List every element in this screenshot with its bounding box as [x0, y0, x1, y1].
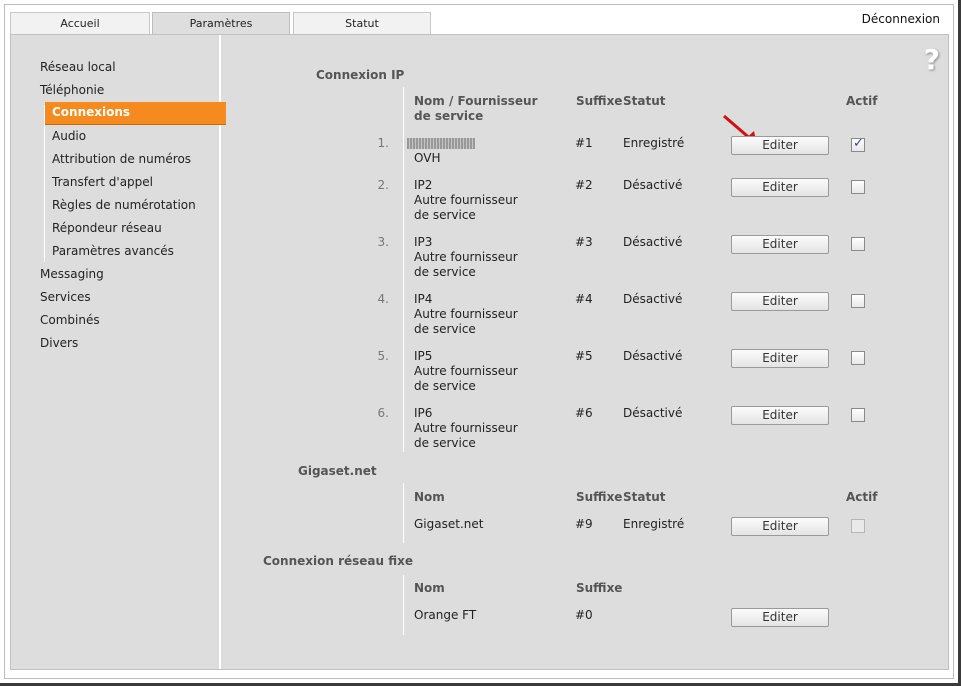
- connection-name: IP6: [414, 406, 433, 420]
- row-number: 2.: [377, 178, 389, 192]
- status-value: Désactivé: [623, 235, 683, 249]
- tab-accueil[interactable]: Accueil: [10, 12, 150, 34]
- connection-name: Gigaset.net: [414, 517, 484, 531]
- active-checkbox[interactable]: [851, 237, 865, 251]
- active-checkbox: [851, 519, 865, 533]
- sidebar-item-reseau-local[interactable]: Réseau local: [40, 60, 116, 74]
- active-checkbox[interactable]: [851, 408, 865, 422]
- connection-name: IP3: [414, 235, 433, 249]
- gigaset-divider: [403, 483, 404, 543]
- col-header-name: Nom / Fournisseur de service: [414, 94, 538, 123]
- col-header-status: Statut: [623, 490, 666, 504]
- sidebar-item-services[interactable]: Services: [40, 290, 91, 304]
- section-title-ip: Connexion IP: [316, 68, 405, 82]
- provider-name: Autre fournisseur de service: [414, 421, 518, 450]
- status-value: Désactivé: [623, 406, 683, 420]
- status-value: Enregistré: [623, 517, 685, 531]
- help-icon[interactable]: ?: [924, 43, 940, 76]
- active-checkbox[interactable]: [851, 351, 865, 365]
- sidebar-subitem-label: Connexions: [52, 105, 131, 119]
- section-title-fixed: Connexion réseau fixe: [263, 554, 414, 568]
- sidebar-item-messaging[interactable]: Messaging: [40, 267, 104, 281]
- suffix-value: #5: [575, 349, 593, 363]
- provider-name: Autre fournisseur de service: [414, 250, 518, 279]
- connection-name: IP4: [414, 292, 433, 306]
- suffix-value: #9: [575, 517, 593, 531]
- sidebar-subitem-avances[interactable]: Paramètres avancés: [52, 244, 174, 258]
- row-number: 1.: [377, 136, 389, 150]
- provider-name: Autre fournisseur de service: [414, 307, 518, 336]
- col-header-name: Nom: [414, 581, 445, 595]
- logout-link[interactable]: Déconnexion: [862, 12, 940, 26]
- status-value: Enregistré: [623, 136, 685, 150]
- edit-button[interactable]: Editer: [731, 292, 829, 311]
- window-frame: Accueil Paramètres Statut Déconnexion Ré…: [0, 0, 961, 686]
- sidebar-item-divers[interactable]: Divers: [40, 336, 78, 350]
- col-header-suffix: Suffixe: [576, 94, 623, 108]
- sidebar-subitem-attribution[interactable]: Attribution de numéros: [52, 152, 191, 166]
- edit-button[interactable]: Editer: [731, 178, 829, 197]
- status-value: Désactivé: [623, 349, 683, 363]
- edit-button[interactable]: Editer: [731, 136, 829, 155]
- edit-button[interactable]: Editer: [731, 608, 829, 627]
- suffix-value: #4: [575, 292, 593, 306]
- tab-parametres[interactable]: Paramètres: [152, 12, 290, 34]
- col-header-name: Nom: [414, 490, 445, 504]
- col-header-active: Actif: [846, 94, 878, 108]
- submenu-divider: [44, 105, 45, 262]
- suffix-value: #3: [575, 235, 593, 249]
- provider-name: Autre fournisseur de service: [414, 364, 518, 393]
- status-value: Désactivé: [623, 292, 683, 306]
- provider-name: Autre fournisseur de service: [414, 193, 518, 222]
- row-number: 6.: [377, 406, 389, 420]
- ip-divider: [403, 87, 404, 452]
- sidebar-subitem-audio[interactable]: Audio: [52, 129, 86, 143]
- connection-name: IP2: [414, 178, 433, 192]
- edit-button[interactable]: Editer: [731, 349, 829, 368]
- sidebar-subitem-connexions[interactable]: Connexions: [45, 102, 226, 124]
- status-value: Désactivé: [623, 178, 683, 192]
- suffix-value: #1: [575, 136, 593, 150]
- row-number: 5.: [377, 349, 389, 363]
- suffix-value: #0: [575, 608, 593, 622]
- sidebar-item-telephonie[interactable]: Téléphonie: [40, 83, 104, 97]
- active-checkbox[interactable]: [851, 294, 865, 308]
- tab-statut[interactable]: Statut: [293, 12, 431, 34]
- active-checkbox[interactable]: [851, 180, 865, 194]
- provider-name: OVH: [414, 151, 441, 165]
- suffix-value: #2: [575, 178, 593, 192]
- active-checkbox[interactable]: [851, 136, 865, 152]
- col-header-suffix: Suffixe: [576, 581, 623, 595]
- sidebar-subitem-regles[interactable]: Règles de numérotation: [52, 198, 196, 212]
- sidebar-subitem-transfert[interactable]: Transfert d'appel: [52, 175, 153, 189]
- sidebar: Réseau local Téléphonie Connexions Audio…: [11, 35, 226, 669]
- edit-button[interactable]: Editer: [731, 235, 829, 254]
- row-number: 3.: [377, 235, 389, 249]
- edit-button[interactable]: Editer: [731, 517, 829, 536]
- redacted-name: [407, 138, 475, 149]
- fixed-divider: [403, 575, 404, 635]
- sidebar-item-combines[interactable]: Combinés: [40, 313, 100, 327]
- edit-button[interactable]: Editer: [731, 406, 829, 425]
- col-header-status: Statut: [623, 94, 666, 108]
- col-header-suffix: Suffixe: [576, 490, 623, 504]
- main-content: Réseau local Téléphonie Connexions Audio…: [10, 34, 949, 670]
- suffix-value: #6: [575, 406, 593, 420]
- col-header-active: Actif: [846, 490, 878, 504]
- connection-name: IP5: [414, 349, 433, 363]
- connection-name: Orange FT: [414, 608, 477, 622]
- row-number: 4.: [377, 292, 389, 306]
- section-title-gigaset: Gigaset.net: [298, 464, 377, 478]
- sidebar-subitem-repondeur[interactable]: Répondeur réseau: [52, 221, 162, 235]
